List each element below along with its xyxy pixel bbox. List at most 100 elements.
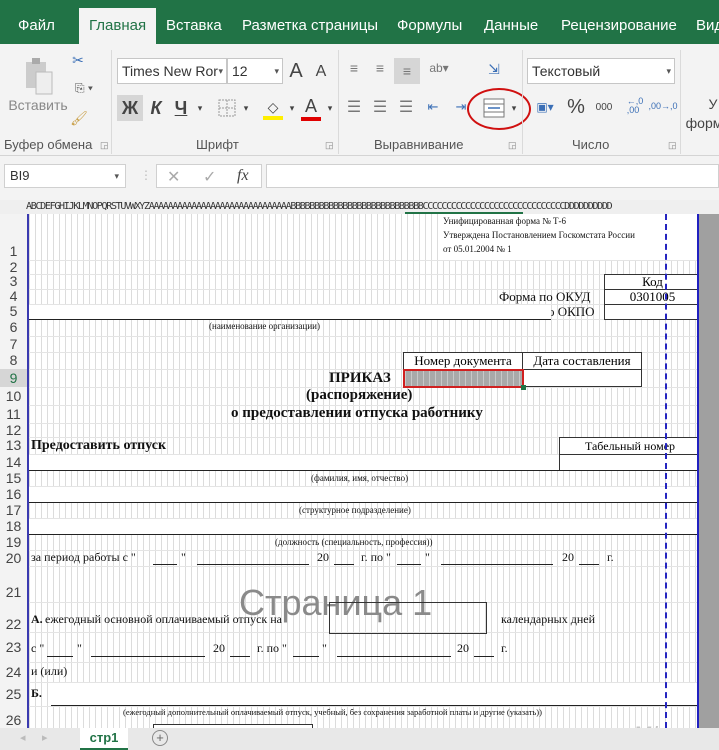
okpo-value[interactable] [604, 304, 697, 320]
row-header[interactable]: 11 [0, 405, 27, 423]
tab-data[interactable]: Данные [476, 8, 546, 44]
percent-button[interactable]: % [564, 94, 588, 120]
number-format-select[interactable]: Текстовый ▾ [527, 58, 675, 84]
tab-page-layout[interactable]: Разметка страницы [234, 8, 386, 44]
row-header[interactable]: 8 [0, 352, 27, 369]
tab-insert[interactable]: Вставка [158, 8, 230, 44]
align-top-icon[interactable]: ≡ [344, 58, 364, 78]
row-header[interactable]: 19 [0, 534, 27, 550]
tab-number-cell[interactable] [559, 454, 697, 471]
position-caption: (должность (специальность, профессия)) [275, 537, 433, 547]
okud-label: Форма по ОКУД [499, 289, 591, 304]
font-color-dropdown-icon[interactable]: ▾ [325, 100, 335, 116]
paste-button[interactable]: Вставить [8, 96, 68, 114]
thousands-button[interactable]: 000 [591, 98, 617, 116]
row-header[interactable]: 24 [0, 662, 27, 682]
align-center-icon[interactable]: ☰ [370, 96, 390, 118]
italic-button[interactable]: К [145, 95, 167, 121]
insert-function-icon[interactable]: fx [237, 167, 249, 185]
align-right-icon[interactable]: ☰ [396, 96, 416, 118]
fill-handle[interactable] [521, 385, 526, 390]
row-header-selected[interactable]: 9 [0, 369, 27, 387]
tab-file[interactable]: Файл [10, 8, 63, 44]
align-left-icon[interactable]: ☰ [344, 96, 364, 118]
tab-review[interactable]: Рецензирование [553, 8, 685, 44]
row-header[interactable]: 10 [0, 387, 27, 405]
font-launcher-icon[interactable]: ◲ [325, 140, 334, 151]
row-header[interactable]: 4 [0, 289, 27, 304]
add-sheet-icon[interactable]: + [152, 730, 168, 746]
column-headers[interactable]: ABCDEFGHIJKLMNOPQRSTUVWXYZAAAAAAAAAAAAAA… [0, 200, 719, 214]
row-header[interactable]: 12 [0, 423, 27, 437]
borders-dropdown-icon[interactable]: ▾ [240, 100, 252, 116]
underline-button[interactable]: Ч [170, 95, 192, 121]
row-header[interactable]: 14 [0, 454, 27, 470]
align-bottom-icon[interactable]: ≡ [394, 58, 420, 84]
row-header[interactable]: 21 [0, 566, 27, 602]
tab-view[interactable]: Вид [688, 8, 719, 44]
fill-color-icon[interactable]: ◇ [262, 95, 284, 123]
okud-value[interactable]: 0301005 [604, 289, 697, 305]
form-header-line1: Унифицированная форма № Т-6 [443, 216, 567, 226]
alignment-launcher-icon[interactable]: ◲ [508, 140, 517, 151]
row-header[interactable]: 17 [0, 502, 27, 518]
row-header[interactable]: 2 [0, 260, 27, 274]
formula-bar: BI9 ▾ ⋮ ✕ ✓ fx [0, 156, 719, 200]
conditional-format-label-2[interactable]: форм [684, 114, 719, 132]
decrease-indent-icon[interactable]: ⇤ [422, 96, 444, 118]
row-header[interactable]: 7 [0, 336, 27, 352]
row-header[interactable]: 26 [0, 706, 27, 728]
clipboard-launcher-icon[interactable]: ◲ [100, 140, 109, 151]
row-header[interactable]: 3 [0, 274, 27, 289]
prev-sheet-icon[interactable]: ◂ [20, 731, 26, 744]
fill-color-dropdown-icon[interactable]: ▾ [287, 100, 297, 116]
name-box[interactable]: BI9 ▾ [4, 164, 126, 188]
row-header[interactable]: 5 [0, 304, 27, 319]
cancel-icon[interactable]: ✕ [167, 167, 180, 187]
row-header[interactable]: 16 [0, 486, 27, 502]
doc-date-header: Дата составления [522, 352, 642, 370]
row-header[interactable]: 20 [0, 550, 27, 566]
borders-icon[interactable] [216, 97, 238, 119]
decrease-decimal-button[interactable]: ,00→,0 [648, 94, 677, 118]
doc-date-cell[interactable] [522, 369, 642, 387]
row-header[interactable]: 25 [0, 682, 27, 706]
wrap-text-icon[interactable]: ⇲ [482, 56, 506, 82]
font-name-select[interactable]: Times New Ror ▾ [117, 58, 227, 84]
next-sheet-icon[interactable]: ▸ [42, 731, 48, 744]
ribbon-tabs: Файл Главная Вставка Разметка страницы Ф… [0, 0, 719, 44]
row-header[interactable]: 1 [0, 214, 27, 260]
grow-font-button[interactable]: A [286, 60, 306, 82]
tab-home[interactable]: Главная [79, 8, 157, 44]
selected-cell-bi9[interactable] [403, 369, 524, 388]
from-label: с " [31, 641, 45, 655]
row-header[interactable]: 6 [0, 319, 27, 336]
enter-icon[interactable]: ✓ [203, 167, 216, 187]
sheet-tab-str1[interactable]: стр1 [80, 728, 128, 750]
format-painter-icon[interactable]: 🖌 [68, 108, 90, 128]
worksheet-grid[interactable]: Унифицированная форма № Т-6 Утверждена П… [27, 214, 699, 728]
number-launcher-icon[interactable]: ◲ [668, 140, 677, 151]
tab-formulas[interactable]: Формулы [389, 8, 470, 44]
row-header[interactable]: 13 [0, 437, 27, 454]
increase-decimal-button[interactable]: ←,0,00 [622, 94, 648, 118]
row-header[interactable]: 23 [0, 632, 27, 662]
font-color-icon[interactable]: A [300, 93, 322, 123]
orientation-icon[interactable]: ab▾ [424, 58, 454, 78]
paste-icon[interactable] [22, 54, 56, 98]
conditional-format-label-1[interactable]: У [706, 96, 719, 112]
bold-button[interactable]: Ж [117, 95, 143, 121]
row-header[interactable]: 22 [0, 602, 27, 632]
formula-input[interactable] [266, 164, 719, 188]
currency-format-icon[interactable]: ▣▾ [530, 96, 560, 118]
align-middle-icon[interactable]: ≡ [370, 58, 390, 78]
underline-dropdown-icon[interactable]: ▾ [194, 100, 206, 116]
copy-icon[interactable]: ⎘ ▾ [68, 78, 100, 98]
shrink-font-button[interactable]: A [312, 62, 330, 82]
row-header[interactable]: 18 [0, 518, 27, 534]
org-name-caption: (наименование организации) [209, 321, 320, 331]
row-header[interactable]: 15 [0, 470, 27, 486]
days-cell[interactable] [329, 602, 487, 634]
font-size-select[interactable]: 12 ▾ [227, 58, 283, 84]
cut-icon[interactable]: ✂ [68, 50, 88, 70]
